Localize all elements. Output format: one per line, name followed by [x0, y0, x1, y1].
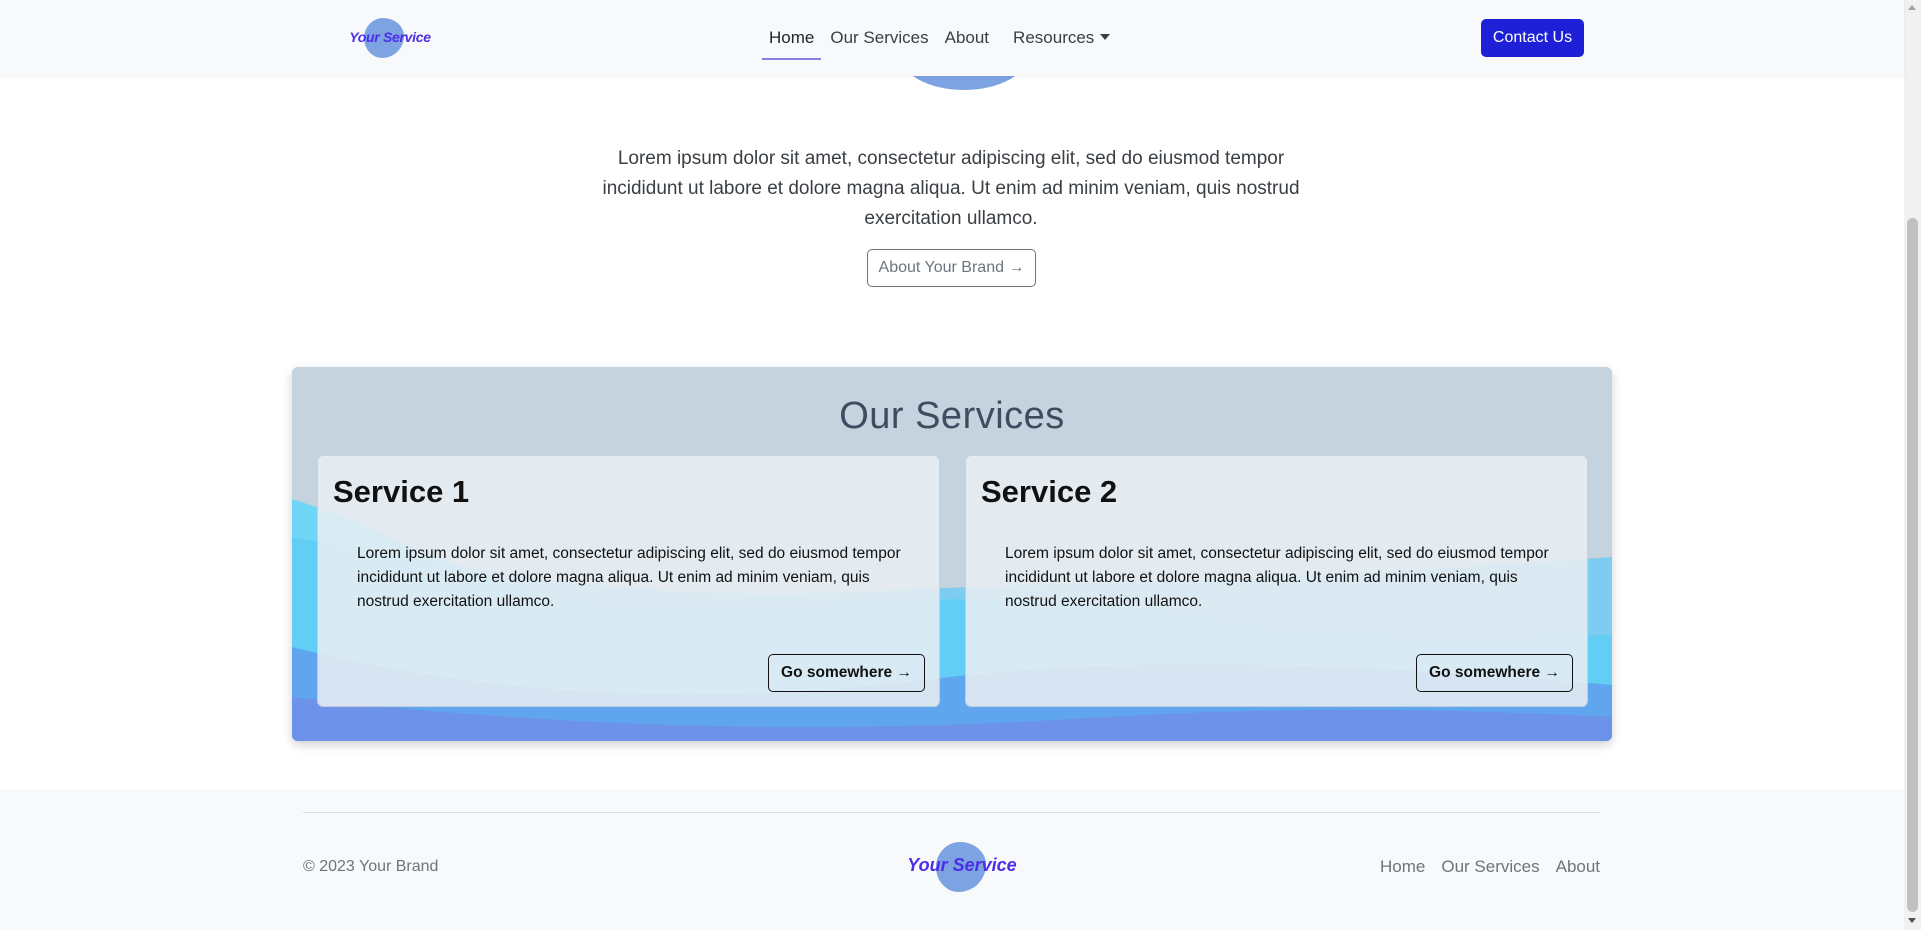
- service-card-2: Service 2 Lorem ipsum dolor sit amet, co…: [965, 455, 1588, 707]
- footer-divider: [303, 812, 1600, 813]
- about-button-label: About Your Brand: [878, 259, 1004, 276]
- service-card-2-go-button[interactable]: Go somewhere →: [1416, 654, 1573, 692]
- navbar-brand-text: Your Service: [349, 29, 431, 45]
- footer-link-about[interactable]: About: [1556, 857, 1600, 877]
- vertical-scrollbar[interactable]: [1904, 0, 1921, 930]
- go-button-label: Go somewhere: [1429, 664, 1541, 681]
- service-card-1: Service 1 Lorem ipsum dolor sit amet, co…: [317, 455, 940, 707]
- scroll-up-arrow-icon[interactable]: [1908, 5, 1916, 10]
- service-card-1-title: Service 1: [333, 474, 470, 509]
- footer-brand-text: Your Service: [907, 855, 1017, 875]
- services-title: Our Services: [839, 395, 1065, 437]
- nav-resources-label: Resources: [1013, 28, 1095, 47]
- go-button-label: Go somewhere: [781, 664, 893, 681]
- footer-copyright: © 2023 Your Brand: [303, 858, 439, 875]
- nav-link-about[interactable]: About: [945, 0, 989, 76]
- arrow-right-icon: →: [896, 664, 912, 681]
- nav-links: Home Our Services About Resources: [761, 0, 1126, 76]
- nav-dropdown-resources[interactable]: Resources: [1013, 0, 1111, 76]
- page-footer: © 2023 Your Brand Your Service Home Our …: [0, 789, 1904, 930]
- nav-link-home[interactable]: Home: [761, 0, 822, 76]
- footer-links: Home Our Services About: [1380, 857, 1616, 877]
- service-card-1-text: Lorem ipsum dolor sit amet, consectetur …: [357, 545, 901, 610]
- navbar-brand-logo[interactable]: Your Service: [340, 18, 440, 60]
- footer-link-home[interactable]: Home: [1380, 857, 1425, 877]
- service-card-2-title: Service 2: [981, 474, 1118, 509]
- caret-down-icon: [1100, 34, 1111, 40]
- service-card-1-go-button[interactable]: Go somewhere →: [768, 654, 925, 692]
- top-navbar: Your Service Home Our Services About Res…: [0, 0, 1904, 76]
- hero-description: Lorem ipsum dolor sit amet, consectetur …: [602, 148, 1300, 229]
- service-card-2-text: Lorem ipsum dolor sit amet, consectetur …: [1005, 545, 1549, 610]
- arrow-right-icon: →: [1544, 664, 1560, 681]
- footer-brand-logo[interactable]: Your Service: [902, 842, 1022, 892]
- nav-link-our-services[interactable]: Our Services: [830, 0, 928, 76]
- arrow-right-icon: →: [1008, 259, 1025, 276]
- about-your-brand-button[interactable]: About Your Brand →: [867, 249, 1036, 287]
- scrollbar-thumb[interactable]: [1907, 218, 1918, 912]
- services-section: Our Services Service 1 Lorem ipsum dolor…: [292, 367, 1612, 741]
- contact-us-button[interactable]: Contact Us: [1481, 19, 1584, 57]
- footer-link-our-services[interactable]: Our Services: [1441, 857, 1539, 877]
- scroll-down-arrow-icon[interactable]: [1908, 918, 1916, 923]
